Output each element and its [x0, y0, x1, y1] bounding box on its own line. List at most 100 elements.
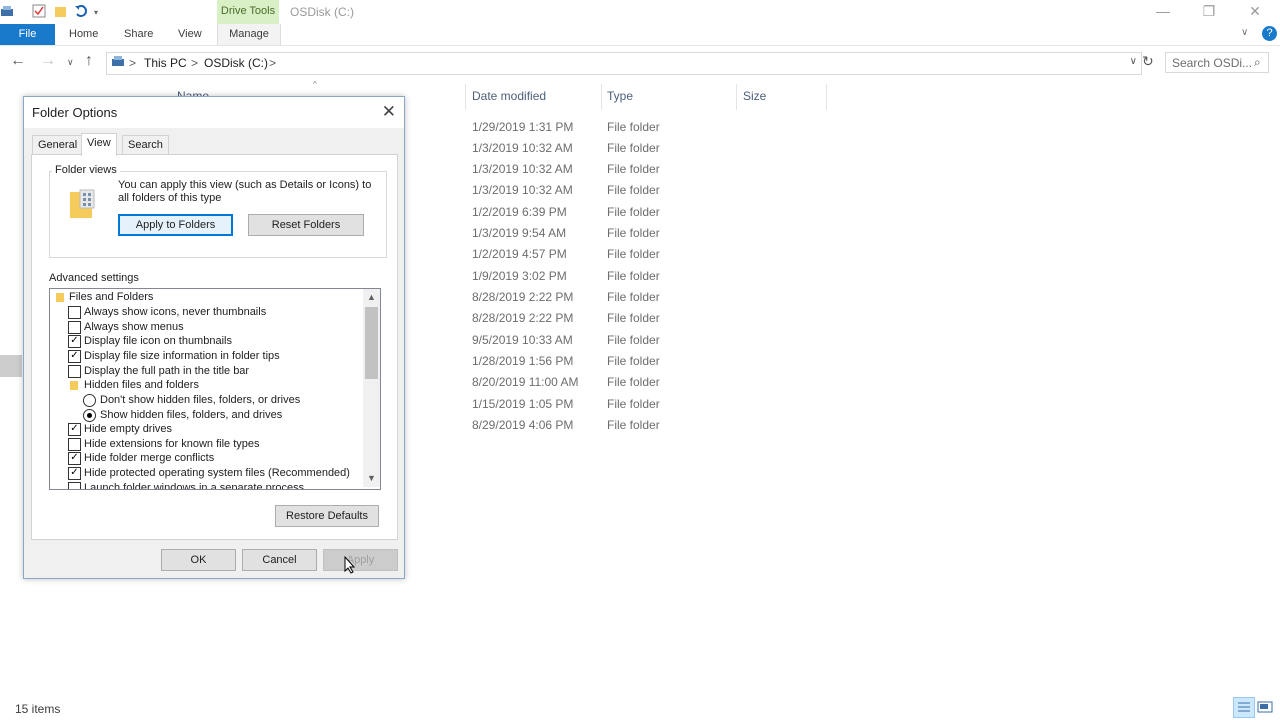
checkbox-display-file-icon[interactable]: ✓: [68, 335, 81, 348]
column-header-date-modified[interactable]: Date modified: [472, 89, 546, 103]
tab-share[interactable]: Share: [124, 24, 153, 45]
type-cell: File folder: [607, 397, 660, 411]
tab-home[interactable]: Home: [69, 24, 98, 45]
details-view-icon[interactable]: [1233, 697, 1255, 718]
column-header-size[interactable]: Size: [743, 89, 766, 103]
apply-to-folders-button[interactable]: Apply to Folders: [118, 214, 233, 236]
scroll-down-icon[interactable]: ▼: [363, 470, 380, 487]
type-cell: File folder: [607, 226, 660, 240]
close-window-button[interactable]: ✕: [1232, 0, 1278, 24]
checkbox-hide-merge-conflicts[interactable]: ✓: [68, 452, 81, 465]
date-modified-cell: 1/2/2019 4:57 PM: [472, 247, 567, 261]
checkbox-hide-extensions[interactable]: [68, 438, 81, 451]
checkbox-always-show-menus[interactable]: [68, 321, 81, 334]
settings-scrollbar[interactable]: ▲ ▼: [363, 289, 380, 487]
close-icon[interactable]: ✕: [382, 102, 396, 122]
radio-dont-show-hidden[interactable]: [83, 394, 96, 407]
column-divider[interactable]: [736, 84, 737, 110]
window-title: OSDisk (C:): [290, 5, 354, 19]
breadcrumb-separator: >: [191, 56, 199, 70]
column-divider[interactable]: [601, 84, 602, 110]
folder-icon: [70, 381, 78, 390]
column-header-type[interactable]: Type: [607, 89, 633, 103]
folder-view-icon: [68, 188, 96, 223]
refresh-icon[interactable]: ↻: [1142, 53, 1154, 70]
view-tab-panel: Folder views You can apply this view (su…: [31, 154, 398, 540]
help-icon[interactable]: ?: [1262, 26, 1277, 41]
recent-locations-icon[interactable]: ∨: [67, 57, 74, 68]
tab-view[interactable]: View: [178, 24, 202, 45]
scroll-up-icon[interactable]: ▲: [363, 289, 380, 306]
customize-quick-access-icon[interactable]: ▾: [94, 8, 108, 22]
tab-search[interactable]: Search: [122, 135, 169, 155]
advanced-settings-label: Advanced settings: [49, 272, 139, 284]
date-modified-cell: 1/15/2019 1:05 PM: [472, 397, 574, 411]
dialog-title-bar[interactable]: Folder Options ✕: [24, 97, 404, 128]
folder-options-dialog: Folder Options ✕ General View Search Fol…: [23, 96, 405, 579]
expand-ribbon-icon[interactable]: ∨: [1241, 27, 1248, 38]
type-cell: File folder: [607, 375, 660, 389]
search-icon[interactable]: ⌕: [1254, 55, 1261, 70]
reset-folders-button[interactable]: Reset Folders: [248, 214, 364, 236]
forward-icon[interactable]: →: [40, 52, 56, 70]
checkbox-separate-process[interactable]: [68, 482, 81, 489]
scroll-thumb[interactable]: [365, 307, 378, 379]
breadcrumb-this-pc[interactable]: This PC: [144, 56, 187, 70]
address-dropdown-icon[interactable]: ∨: [1130, 56, 1137, 67]
new-folder-icon[interactable]: [54, 4, 68, 18]
column-divider[interactable]: [465, 84, 466, 110]
back-icon[interactable]: ←: [10, 52, 26, 70]
date-modified-cell: 1/2/2019 6:39 PM: [472, 205, 567, 219]
status-item-count: 15 items: [15, 702, 61, 716]
date-modified-cell: 1/9/2019 3:02 PM: [472, 269, 567, 283]
type-cell: File folder: [607, 333, 660, 347]
tab-manage[interactable]: Manage: [217, 24, 281, 45]
checkbox-full-path-title-bar[interactable]: [68, 365, 81, 378]
date-modified-cell: 8/20/2019 11:00 AM: [472, 375, 579, 389]
type-cell: File folder: [607, 247, 660, 261]
checkbox-hide-empty-drives[interactable]: ✓: [68, 423, 81, 436]
checkbox-always-show-icons[interactable]: [68, 306, 81, 319]
checkbox-display-file-size[interactable]: ✓: [68, 350, 81, 363]
restore-defaults-button[interactable]: Restore Defaults: [275, 505, 379, 527]
ok-button[interactable]: OK: [161, 549, 236, 571]
type-cell: File folder: [607, 183, 660, 197]
folder-icon: [56, 293, 64, 302]
type-cell: File folder: [607, 290, 660, 304]
radio-show-hidden[interactable]: [83, 409, 96, 422]
tab-file[interactable]: File: [0, 24, 55, 45]
type-cell: File folder: [607, 418, 660, 432]
date-modified-cell: 1/3/2019 10:32 AM: [472, 183, 573, 197]
date-modified-cell: 1/3/2019 9:54 AM: [472, 226, 567, 240]
date-modified-cell: 1/3/2019 10:32 AM: [472, 141, 573, 155]
checkbox-hide-protected-files[interactable]: ✓: [68, 467, 81, 480]
address-bar[interactable]: > This PC > OSDisk (C:) > ∨: [106, 52, 1142, 75]
up-icon[interactable]: ↑: [85, 52, 93, 70]
tab-view[interactable]: View: [81, 133, 117, 156]
breadcrumb-separator: >: [129, 56, 137, 70]
maximize-button[interactable]: ❐: [1186, 0, 1232, 24]
type-cell: File folder: [607, 354, 660, 368]
minimize-button[interactable]: —: [1140, 0, 1186, 24]
date-modified-cell: 8/28/2019 2:22 PM: [472, 290, 574, 304]
breadcrumb-osdisk[interactable]: OSDisk (C:): [204, 56, 268, 70]
tab-general[interactable]: General: [32, 135, 84, 155]
dialog-title: Folder Options: [32, 105, 118, 120]
properties-icon[interactable]: [32, 4, 46, 18]
column-divider[interactable]: [826, 84, 827, 110]
date-modified-cell: 1/29/2019 1:31 PM: [472, 120, 574, 134]
large-icons-view-icon[interactable]: [1256, 699, 1274, 715]
type-cell: File folder: [607, 120, 660, 134]
undo-icon[interactable]: [74, 4, 88, 18]
advanced-settings-list[interactable]: Files and Folders Always show icons, nev…: [49, 288, 381, 490]
cancel-button[interactable]: Cancel: [242, 549, 317, 571]
type-cell: File folder: [607, 141, 660, 155]
folder-views-description: You can apply this view (such as Details…: [118, 179, 372, 204]
navigation-pane-selection[interactable]: [0, 355, 22, 377]
type-cell: File folder: [607, 162, 660, 176]
breadcrumb-separator: >: [269, 56, 277, 70]
apply-button[interactable]: Apply: [323, 549, 398, 571]
drive-tools-context-tab: Drive Tools: [217, 0, 279, 24]
date-modified-cell: 1/28/2019 1:56 PM: [472, 354, 574, 368]
date-modified-cell: 8/29/2019 4:06 PM: [472, 418, 574, 432]
